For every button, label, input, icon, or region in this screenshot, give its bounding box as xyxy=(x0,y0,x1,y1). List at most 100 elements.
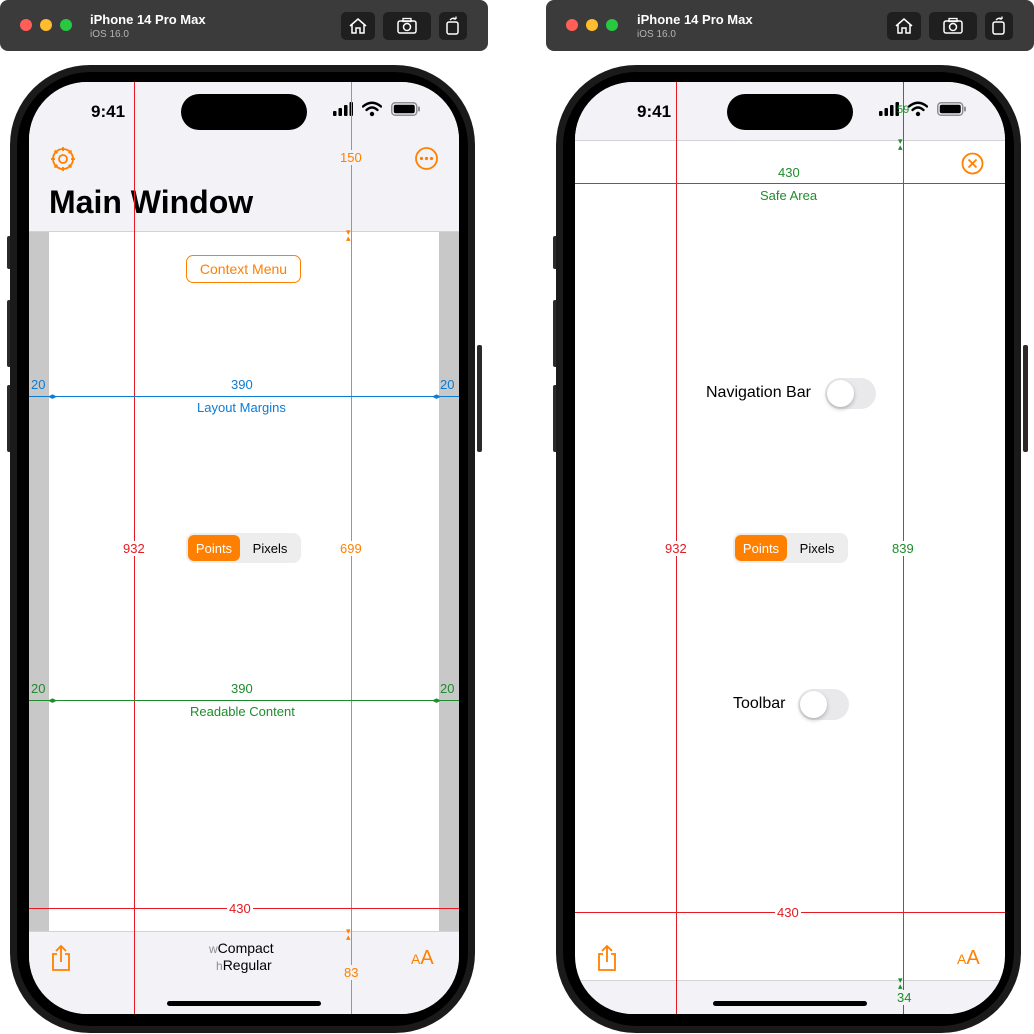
margin-width-label: 390 xyxy=(231,377,253,392)
rotate-icon xyxy=(446,16,459,35)
context-menu-button[interactable]: Context Menu xyxy=(186,255,301,283)
safe-width-line xyxy=(575,183,1005,184)
simulator-window-titlebar-right: iPhone 14 Pro Max iOS 16.0 xyxy=(546,0,1034,51)
toolbar-toggle-label: Toolbar xyxy=(733,695,786,712)
bar-boundary-marker: ▾ ▴ xyxy=(346,926,351,942)
close-circle-icon[interactable] xyxy=(961,152,984,175)
status-time: 9:41 xyxy=(637,102,672,121)
readable-boundary-marker: ◂▸ xyxy=(432,695,442,705)
margin-right-label: 20 xyxy=(440,377,455,392)
toolbar-divider xyxy=(29,931,459,932)
wifi-icon xyxy=(362,101,382,117)
bottom-divider xyxy=(575,980,1005,981)
top-inset-label: 59 xyxy=(897,104,910,116)
layout-margins-line xyxy=(29,396,459,397)
units-segmented-control: Points Pixels xyxy=(186,533,301,563)
camera-icon xyxy=(397,17,417,34)
size-class-w-value: Compact xyxy=(217,940,274,956)
top-bar-height-label: 150 xyxy=(338,150,364,165)
toggle-knob xyxy=(827,380,854,407)
margin-boundary-marker: ◂▸ xyxy=(48,391,58,401)
battery-icon xyxy=(391,102,420,116)
bottom-bar-height-label: 83 xyxy=(342,965,361,980)
rotate-icon xyxy=(992,16,1005,35)
zoom-window-button[interactable] xyxy=(606,19,618,31)
navigation-bar-toggle[interactable] xyxy=(825,378,876,409)
window-subtitle: iOS 16.0 xyxy=(637,29,676,40)
size-class-h-value: Regular xyxy=(222,957,272,973)
safe-height-label: 839 xyxy=(890,541,916,556)
window-title: iPhone 14 Pro Max xyxy=(90,12,206,27)
size-class-width: wCompact xyxy=(209,940,274,956)
segment-pixels[interactable]: Pixels xyxy=(789,535,845,561)
nav-bar-divider xyxy=(29,231,459,232)
text-size-icon[interactable]: AA xyxy=(957,947,980,970)
segment-pixels[interactable]: Pixels xyxy=(242,535,298,561)
home-button[interactable] xyxy=(341,12,375,40)
segment-points[interactable]: Points xyxy=(188,535,240,561)
text-size-icon[interactable]: AA xyxy=(411,947,434,970)
window-title: iPhone 14 Pro Max xyxy=(637,12,753,27)
readable-left-label: 20 xyxy=(31,681,46,696)
close-window-button[interactable] xyxy=(566,19,578,31)
home-button[interactable] xyxy=(887,12,921,40)
status-bar-divider xyxy=(575,140,1005,141)
units-segmented-control: Points Pixels xyxy=(733,533,848,563)
home-indicator xyxy=(713,1001,867,1006)
toolbar-toggle[interactable] xyxy=(798,689,849,720)
screen-height-label: 932 xyxy=(121,541,147,556)
safe-width-label: 430 xyxy=(778,165,800,180)
minimize-window-button[interactable] xyxy=(586,19,598,31)
iphone-screen-left: 9:41 Main Window Context Menu ▾ ▴ ▾ ▴ ◂▸ ◂… xyxy=(29,82,459,1014)
size-class-w-prefix: w xyxy=(209,942,218,956)
rotate-button[interactable] xyxy=(439,12,467,40)
margin-boundary-marker: ◂▸ xyxy=(432,391,442,401)
bottom-inset-label: 34 xyxy=(895,990,914,1005)
battery-icon xyxy=(937,102,966,116)
screenshot-button[interactable] xyxy=(929,12,977,40)
page-title: Main Window xyxy=(49,184,254,220)
home-indicator xyxy=(167,1001,321,1006)
share-icon[interactable] xyxy=(50,944,72,972)
dynamic-island xyxy=(181,94,307,130)
left-layout-margin xyxy=(29,232,49,931)
home-icon xyxy=(349,18,367,34)
minimize-window-button[interactable] xyxy=(40,19,52,31)
status-time: 9:41 xyxy=(91,102,126,121)
layout-margins-label: Layout Margins xyxy=(197,400,286,415)
simulator-window-titlebar-left: iPhone 14 Pro Max iOS 16.0 xyxy=(0,0,488,51)
gear-icon[interactable] xyxy=(50,146,76,172)
margin-left-label: 20 xyxy=(31,377,46,392)
camera-icon xyxy=(943,17,963,34)
safe-boundary-marker: ▾ ▴ xyxy=(898,136,903,152)
right-layout-margin xyxy=(439,232,459,931)
size-class-h-prefix: h xyxy=(216,959,223,973)
screen-width-label: 430 xyxy=(775,905,801,920)
navigation-bar-toggle-label: Navigation Bar xyxy=(706,384,811,401)
readable-boundary-marker: ◂▸ xyxy=(48,695,58,705)
screenshot-button[interactable] xyxy=(383,12,431,40)
segment-points[interactable]: Points xyxy=(735,535,787,561)
readable-right-label: 20 xyxy=(440,681,455,696)
size-class-height: hRegular xyxy=(216,957,272,973)
home-icon xyxy=(895,18,913,34)
dynamic-island xyxy=(727,94,853,130)
iphone-screen-right: 9:41 ▾ ▴ ▾ ▴ 59 430 Safe Area 839 932 430 … xyxy=(575,82,1005,1014)
share-icon[interactable] xyxy=(596,944,618,972)
safe-area-label: Safe Area xyxy=(760,188,818,203)
readable-content-line xyxy=(29,700,459,701)
content-height-label: 699 xyxy=(338,541,364,556)
wifi-icon xyxy=(908,101,928,117)
close-window-button[interactable] xyxy=(20,19,32,31)
safe-boundary-marker: ▾ ▴ xyxy=(898,975,903,991)
toggle-knob xyxy=(800,691,827,718)
home-indicator-area xyxy=(575,980,1005,1014)
power-button xyxy=(477,345,482,452)
ellipsis-circle-icon[interactable] xyxy=(414,146,439,171)
readable-width-label: 390 xyxy=(231,681,253,696)
screen-width-label: 430 xyxy=(227,901,253,916)
power-button xyxy=(1023,345,1028,452)
zoom-window-button[interactable] xyxy=(60,19,72,31)
rotate-button[interactable] xyxy=(985,12,1013,40)
screen-height-label: 932 xyxy=(663,541,689,556)
